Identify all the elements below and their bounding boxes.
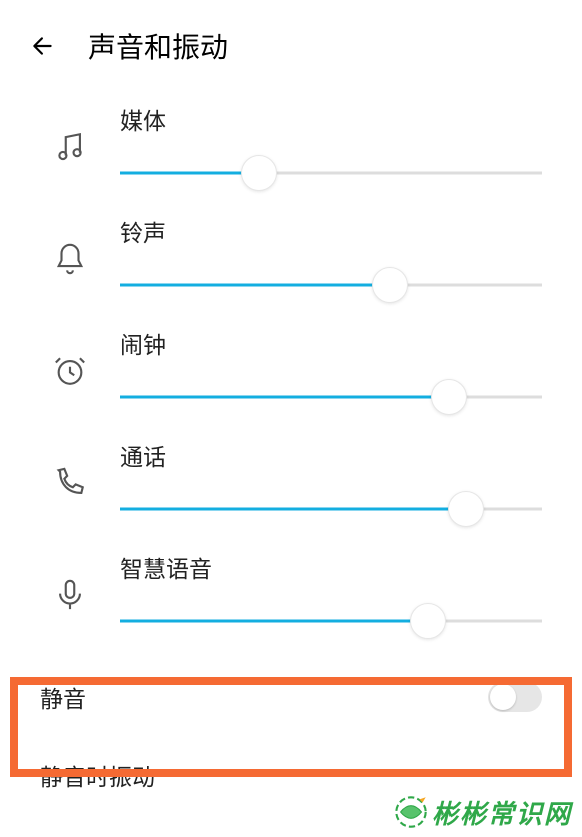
- arrow-left-icon: [30, 33, 56, 59]
- watermark-text: 彬彬常识网: [432, 794, 572, 831]
- mute-toggle[interactable]: [488, 682, 542, 712]
- alarm-icon: [40, 354, 100, 388]
- slider-label: 闹钟: [120, 326, 542, 360]
- watermark: 彬彬常识网: [390, 791, 572, 833]
- music-icon: [40, 130, 100, 164]
- mute-row: 静音: [0, 658, 582, 736]
- media-slider[interactable]: [120, 158, 542, 188]
- vibrate-on-mute-label: 静音时振动: [40, 758, 155, 792]
- slider-ringtone: 铃声: [0, 198, 582, 310]
- bell-icon: [40, 242, 100, 276]
- slider-media: 媒体: [0, 86, 582, 198]
- mic-icon: [40, 578, 100, 612]
- call-slider[interactable]: [120, 494, 542, 524]
- slider-label: 铃声: [120, 214, 542, 248]
- page-title: 声音和振动: [88, 26, 228, 66]
- slider-label: 智慧语音: [120, 550, 542, 584]
- slider-voice: 智慧语音: [0, 534, 582, 646]
- globe-icon: [390, 791, 432, 833]
- slider-label: 通话: [120, 438, 542, 472]
- slider-label: 媒体: [120, 102, 542, 136]
- alarm-slider[interactable]: [120, 382, 542, 412]
- ringtone-slider[interactable]: [120, 270, 542, 300]
- back-button[interactable]: [28, 31, 58, 61]
- toggle-knob: [490, 684, 516, 710]
- voice-slider[interactable]: [120, 606, 542, 636]
- mute-label: 静音: [40, 680, 86, 714]
- header: 声音和振动: [0, 0, 582, 86]
- slider-call: 通话: [0, 422, 582, 534]
- slider-alarm: 闹钟: [0, 310, 582, 422]
- phone-icon: [40, 466, 100, 500]
